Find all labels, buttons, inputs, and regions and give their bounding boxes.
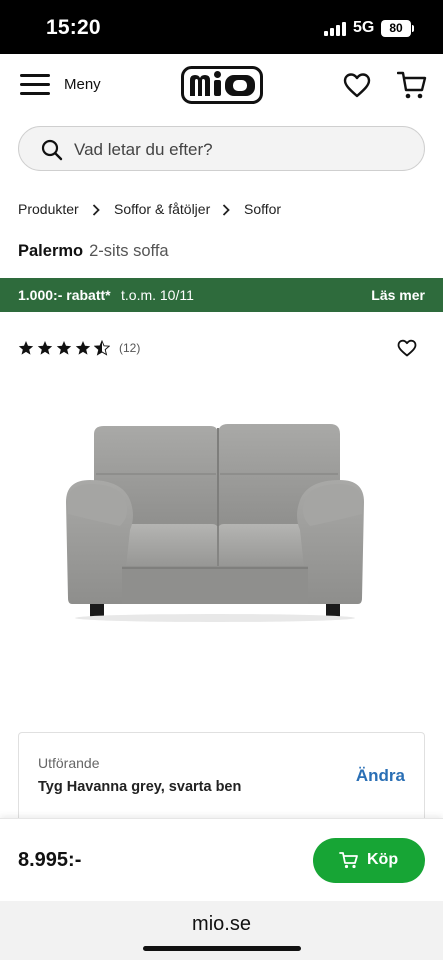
browser-url-bar[interactable]: mio.se [0,901,443,960]
product-image-sofa[interactable] [60,418,370,623]
buy-button-label: Köp [367,851,399,868]
review-count: (12) [119,341,141,355]
star-full-icon [37,341,53,355]
cart-icon [339,852,358,869]
network-type: 5G [353,19,375,36]
star-full-icon [18,341,34,355]
buy-bar: 8.995:- Köp [0,818,443,901]
promo-discount: 1.000:- rabatt* [18,287,111,303]
change-variant-link[interactable]: Ändra [356,766,405,786]
promo-banner[interactable]: 1.000:- rabatt* t.o.m. 10/11 Läs mer [0,278,443,312]
variant-selector[interactable]: Utförande Tyg Havanna grey, svarta ben Ä… [18,732,425,818]
cart-icon[interactable] [397,70,427,100]
promo-valid-until: t.o.m. 10/11 [121,287,194,303]
variant-value: Tyg Havanna grey, svarta ben [38,779,242,795]
hamburger-icon[interactable] [20,72,52,98]
site-header: Meny [0,54,443,118]
search-placeholder: Vad letar du efter? [74,140,213,159]
status-time: 15:20 [46,16,101,39]
battery-icon: 80 [381,20,411,37]
search-icon [41,139,63,161]
price: 8.995:- [18,849,82,871]
star-full-icon [56,341,72,355]
mio-logo[interactable] [181,66,263,104]
home-indicator[interactable] [143,946,301,951]
status-bar: 15:20 5G 80 [0,0,443,54]
battery-tip [412,25,414,32]
heart-icon[interactable] [343,72,371,98]
product-title: Palermo 2-sits soffa [18,242,169,261]
breadcrumb-item-soffor-fatoljer[interactable]: Soffor & fåtöljer [114,201,210,217]
signal-icon [324,22,346,36]
star-half-icon [94,340,110,356]
breadcrumb-item-soffor[interactable]: Soffor [244,201,281,217]
menu-label[interactable]: Meny [64,76,101,93]
url-text: mio.se [192,913,251,935]
star-full-icon [75,341,91,355]
heart-icon[interactable] [397,339,417,357]
variant-label: Utförande [38,755,100,771]
chevron-right-icon [222,204,230,216]
search-input[interactable]: Vad letar du efter? [18,126,425,171]
buy-button[interactable]: Köp [313,838,425,883]
promo-read-more-link[interactable]: Läs mer [371,287,425,303]
chevron-right-icon [92,204,100,216]
product-name: Palermo [18,242,84,260]
product-subtitle: 2-sits soffa [89,242,169,260]
breadcrumb-item-produkter[interactable]: Produkter [18,201,79,217]
